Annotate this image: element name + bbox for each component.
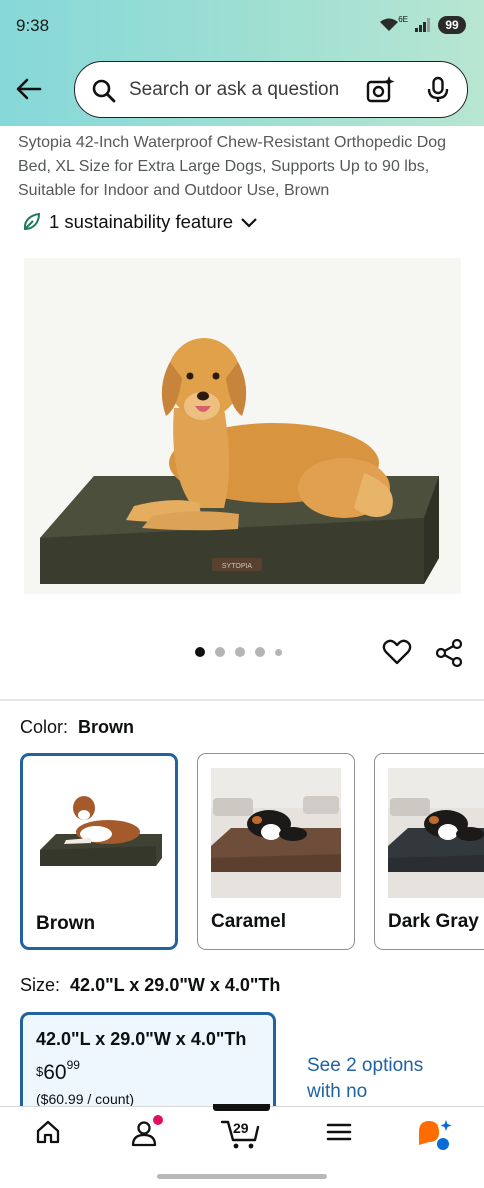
- size-option-dimensions: 42.0"L x 29.0"W x 4.0"Th: [36, 1029, 247, 1049]
- color-option-caramel[interactable]: Caramel: [197, 753, 355, 950]
- rufus-ai-icon[interactable]: [416, 1118, 454, 1152]
- product-image[interactable]: SYTOPIA: [24, 258, 461, 594]
- price-whole: 60: [43, 1061, 67, 1084]
- swatch-image: [211, 768, 341, 898]
- color-option-brown[interactable]: Brown: [20, 753, 178, 950]
- color-label: Color:: [20, 717, 69, 737]
- color-option-label: Caramel: [211, 911, 286, 932]
- battery-indicator: 99: [438, 16, 466, 34]
- active-tab-indicator: [213, 1104, 270, 1111]
- swatch-image: [36, 770, 166, 900]
- back-arrow-icon[interactable]: [14, 74, 44, 104]
- see-more-options-link[interactable]: See 2 options with no: [307, 1053, 457, 1105]
- color-option-dark-gray[interactable]: Dark Gray: [374, 753, 484, 950]
- product-title[interactable]: Sytopia 42-Inch Waterproof Chew-Resistan…: [18, 131, 474, 203]
- dog-bed-illustration: SYTOPIA: [24, 258, 461, 594]
- top-header: 9:38 6E 99 Search or ask a question: [0, 0, 484, 126]
- pagination-dot[interactable]: [195, 647, 205, 657]
- home-icon[interactable]: [34, 1118, 62, 1146]
- notification-dot: [153, 1115, 163, 1125]
- menu-icon[interactable]: [325, 1118, 353, 1146]
- price-currency: $: [36, 1064, 44, 1079]
- image-pagination[interactable]: [195, 647, 282, 657]
- search-input[interactable]: Search or ask a question: [129, 79, 357, 101]
- pagination-dot[interactable]: [235, 647, 245, 657]
- pagination-dot[interactable]: [255, 647, 265, 657]
- search-icon: [92, 79, 116, 103]
- sustainability-feature[interactable]: 1 sustainability feature: [22, 211, 258, 233]
- color-option-label: Brown: [36, 913, 96, 934]
- sustainability-label: 1 sustainability feature: [49, 211, 234, 232]
- size-option-price: $6099: [36, 1058, 80, 1085]
- pagination-dot[interactable]: [215, 647, 225, 657]
- signal-icon: [415, 18, 430, 32]
- status-time: 9:38: [16, 16, 50, 35]
- cart-count: 29: [233, 1120, 249, 1136]
- color-row: Color: Brown: [20, 717, 134, 738]
- search-bar[interactable]: Search or ask a question: [74, 61, 468, 118]
- color-selected-value: Brown: [78, 717, 135, 737]
- network-label: 6E: [398, 14, 408, 24]
- bed-logo-text: SYTOPIA: [222, 563, 253, 570]
- section-divider: [0, 699, 484, 701]
- size-label: Size:: [20, 975, 61, 995]
- size-option-unit-price: ($60.99 / count): [36, 1091, 135, 1107]
- chevron-down-icon: [241, 218, 257, 228]
- system-home-indicator: [157, 1174, 327, 1179]
- swatch-image: [388, 768, 484, 898]
- share-icon[interactable]: [434, 638, 464, 668]
- heart-icon[interactable]: [382, 638, 412, 666]
- microphone-icon[interactable]: [425, 76, 451, 104]
- leaf-icon: [23, 212, 41, 231]
- status-icons: 6E 99: [379, 14, 466, 34]
- wifi-icon: [380, 18, 399, 31]
- pagination-dot[interactable]: [275, 648, 282, 656]
- camera-lens-icon[interactable]: [365, 75, 395, 105]
- color-option-label: Dark Gray: [388, 911, 479, 932]
- size-row: Size: 42.0"L x 29.0"W x 4.0"Th: [20, 975, 280, 996]
- price-fraction: 99: [66, 1058, 80, 1072]
- size-selected-value: 42.0"L x 29.0"W x 4.0"Th: [70, 975, 281, 995]
